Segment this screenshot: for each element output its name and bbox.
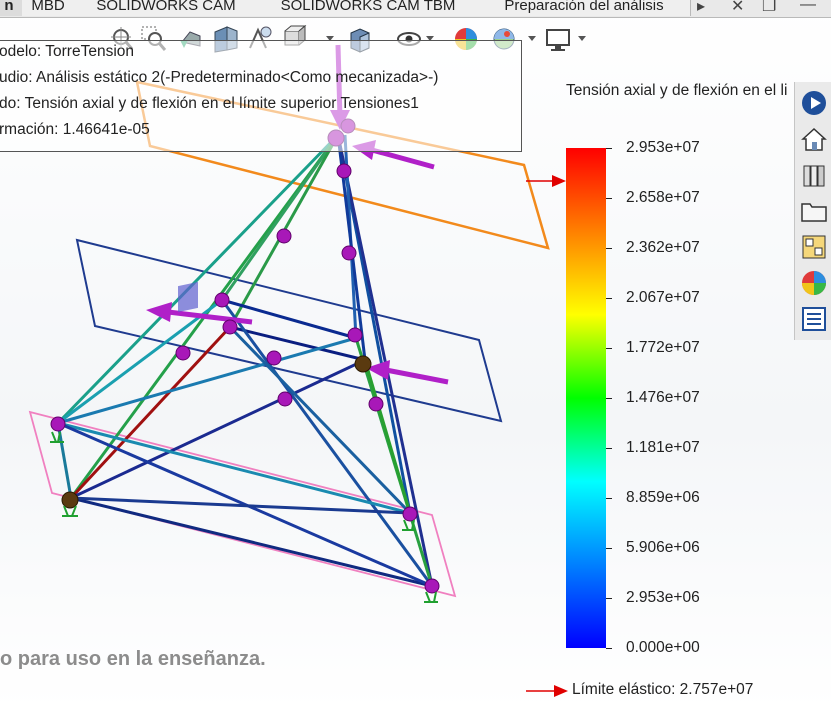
design-library-icon[interactable] [799, 160, 829, 190]
legend-tick-mark [606, 548, 612, 549]
close-icon[interactable]: ✕ [731, 0, 744, 16]
legend-tick-mark [606, 348, 612, 349]
legend-tick-mark [606, 648, 612, 649]
legend-tick-mark [606, 498, 612, 499]
solidworks-resources-icon[interactable] [799, 88, 829, 118]
legend-tick-label: 2.362e+07 [626, 239, 700, 256]
legend-tick-mark [606, 148, 612, 149]
view-palette-icon[interactable] [799, 232, 829, 262]
legend-title: Tensión axial y de flexión en el li [566, 82, 788, 99]
legend-tick-mark [606, 448, 612, 449]
legend-tick-label: 2.067e+07 [626, 289, 700, 306]
legend-tick-label: 2.953e+06 [626, 589, 700, 606]
appearances-icon[interactable] [799, 268, 829, 298]
legend-tick-label: 2.658e+07 [626, 189, 700, 206]
custom-properties-icon[interactable] [799, 304, 829, 334]
yield-limit-label: Límite elástico: 2.757e+07 [572, 681, 754, 698]
legend-tick-label: 5.906e+06 [626, 539, 700, 556]
legend-tick-mark [606, 198, 612, 199]
home-icon[interactable] [799, 124, 829, 154]
model-name-label: odelo: TorreTension [0, 43, 134, 60]
study-name-label: udio: Análisis estático 2(-Predeterminad… [0, 69, 439, 86]
legend-tick-label: 8.859e+06 [626, 489, 700, 506]
legend-tick-label: 1.772e+07 [626, 339, 700, 356]
educational-watermark: o para uso en la enseñanza. [0, 648, 266, 670]
view-settings-dropdown-icon[interactable] [578, 36, 586, 42]
result-type-label: do: Tensión axial y de flexión en el lím… [0, 95, 419, 112]
yield-limit-legend-arrow-icon [526, 685, 568, 697]
legend-tick-label: 1.181e+07 [626, 439, 700, 456]
minimize-icon[interactable]: — [800, 0, 816, 14]
tab-scroll-right-icon[interactable]: ▸ [697, 0, 705, 16]
study-info-box: odelo: TorreTension udio: Análisis estát… [0, 40, 522, 152]
legend-tick-label: 0.000e+00 [626, 639, 700, 656]
legend-tick-mark [606, 298, 612, 299]
restore-icon[interactable]: ❐ [762, 0, 776, 16]
yield-limit-marker-icon [526, 175, 566, 187]
legend-tick-mark [606, 398, 612, 399]
legend-tick-mark [606, 598, 612, 599]
task-pane-tabs [794, 82, 831, 340]
legend-tick-mark [606, 248, 612, 249]
legend-tick-label: 2.953e+07 [626, 139, 700, 156]
legend-tick-label: 1.476e+07 [626, 389, 700, 406]
deformation-scale-label: rmación: 1.46641e-05 [0, 121, 150, 138]
file-explorer-icon[interactable] [799, 196, 829, 226]
stress-colorbar[interactable] [566, 148, 606, 648]
